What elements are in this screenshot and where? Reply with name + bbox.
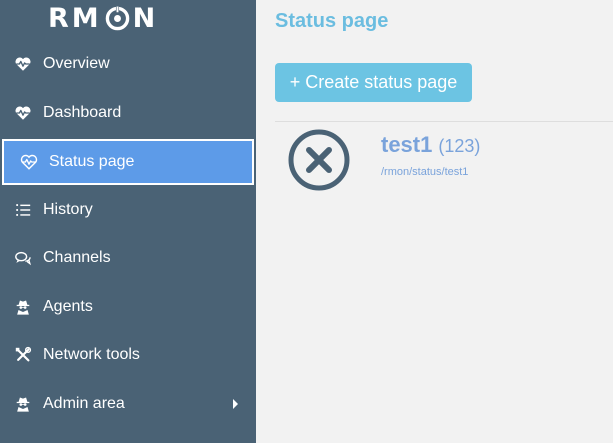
sidebar-item-network-tools[interactable]: Network tools: [0, 332, 256, 378]
tools-icon: [13, 345, 33, 365]
logo-text-right: N: [132, 2, 159, 34]
sidebar-item-label: History: [43, 201, 93, 218]
sidebar-item-status-page[interactable]: Status page: [2, 139, 254, 185]
sidebar-item-admin-area[interactable]: Admin area: [0, 381, 256, 427]
logo-text-left: RM: [48, 2, 102, 34]
sidebar-item-label: Overview: [43, 55, 110, 72]
status-page-count: (123): [438, 136, 481, 156]
sidebar-item-label: Dashboard: [43, 104, 122, 121]
sidebar-item-label: Agents: [43, 298, 93, 315]
sidebar-item-agents[interactable]: Agents: [0, 284, 256, 330]
divider: [275, 121, 613, 122]
heartbeat-icon: [19, 152, 39, 172]
sidebar: RM N Overview Dashboard Status page Hist…: [0, 0, 256, 443]
sidebar-item-overview[interactable]: Overview: [0, 41, 256, 87]
logo-power-icon: [105, 5, 129, 30]
create-status-page-button[interactable]: + Create status page: [275, 63, 472, 102]
sidebar-item-label: Network tools: [43, 346, 140, 363]
heartbeat-icon: [13, 103, 33, 123]
chevron-right-icon[interactable]: [233, 399, 238, 409]
comments-icon: [13, 248, 33, 268]
status-page-entry: test1 (123): [381, 132, 480, 158]
sidebar-item-channels[interactable]: Channels: [0, 235, 256, 281]
logo[interactable]: RM N: [48, 2, 159, 34]
page-title: Status page: [275, 10, 389, 32]
user-secret-icon: [13, 394, 33, 414]
sidebar-item-label: Admin area: [43, 395, 125, 412]
list-icon: [13, 200, 33, 220]
status-page-name-link[interactable]: test1: [381, 132, 432, 158]
sidebar-item-label: Channels: [43, 249, 111, 266]
sidebar-item-history[interactable]: History: [0, 187, 256, 233]
heartbeat-icon: [13, 54, 33, 74]
circle-x-icon: [288, 129, 350, 191]
sidebar-item-dashboard[interactable]: Dashboard: [0, 90, 256, 136]
sidebar-item-label: Status page: [49, 153, 135, 170]
user-secret-icon: [13, 297, 33, 317]
main-content: Status page + Create status page: [256, 0, 613, 443]
status-page-url-link[interactable]: /rmon/status/test1: [381, 166, 468, 178]
